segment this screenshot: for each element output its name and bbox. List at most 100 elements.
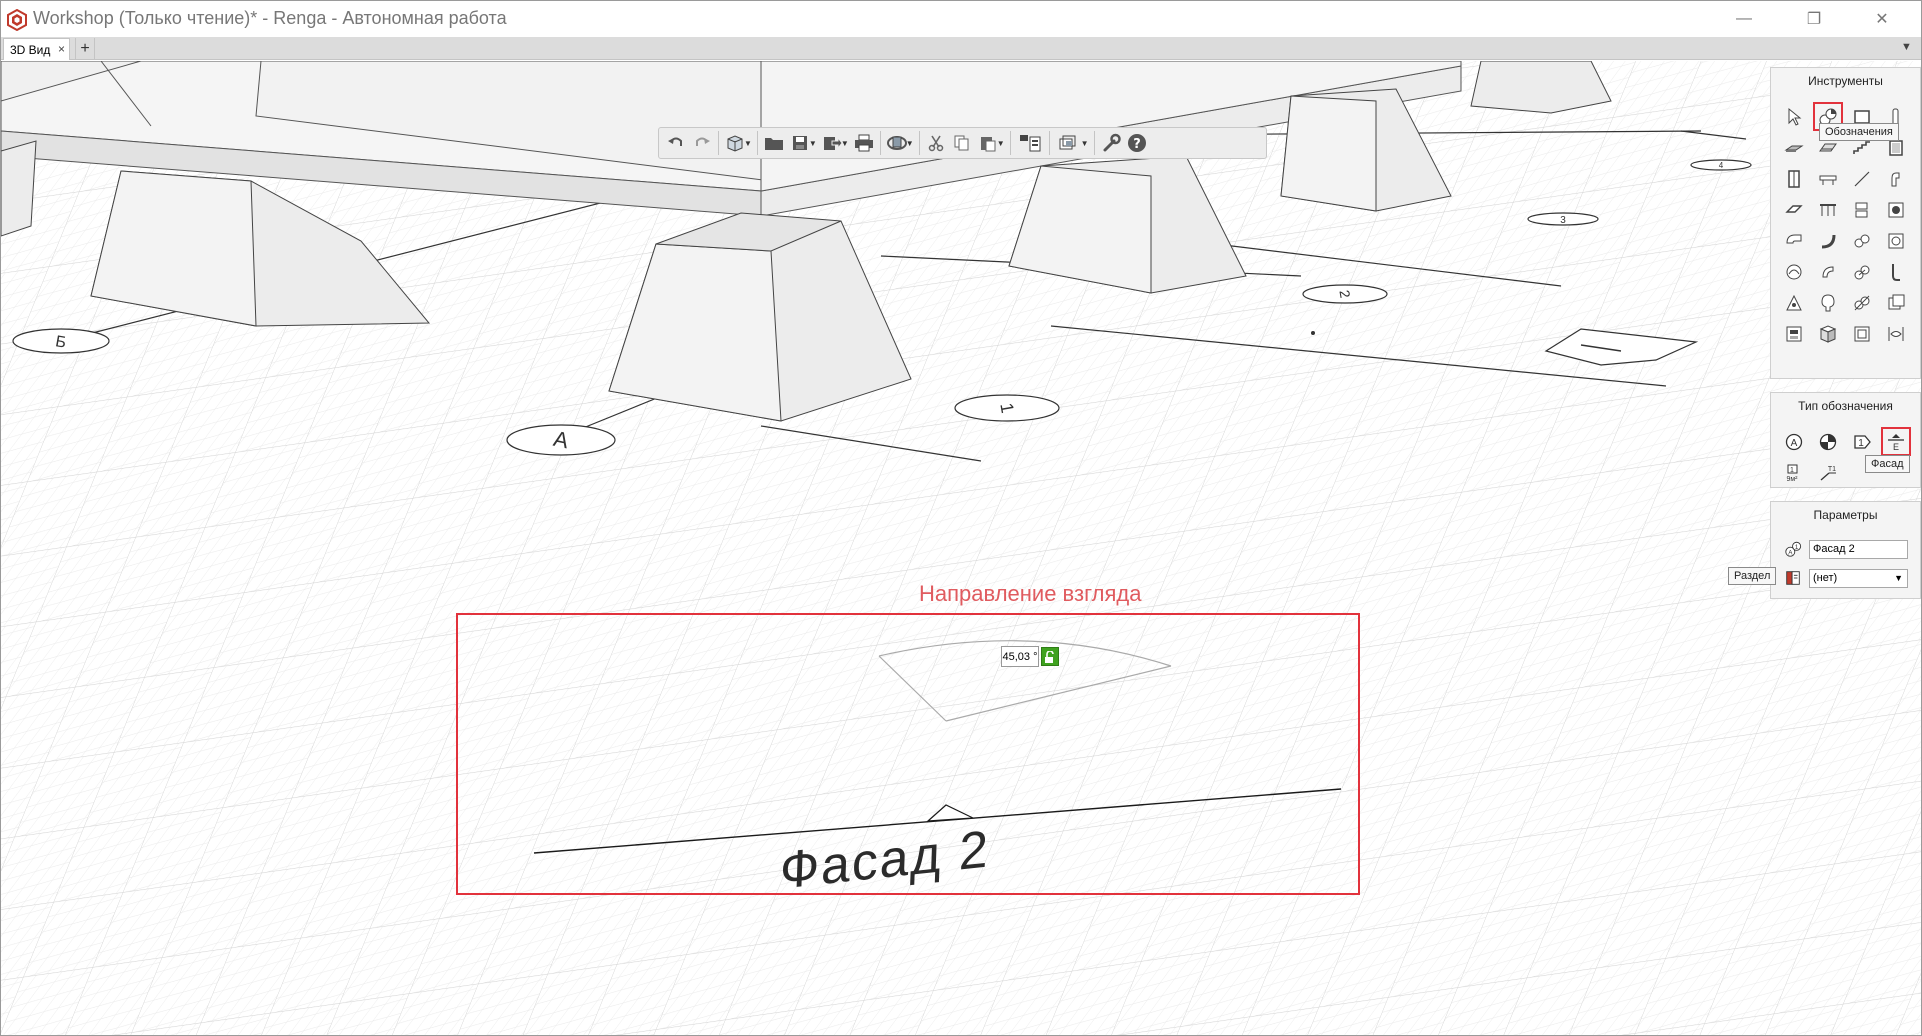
tool-select[interactable] (1779, 102, 1809, 131)
isolated-foundation-icon (1821, 293, 1835, 311)
toolbar-separator (756, 131, 758, 155)
undo-icon (668, 137, 682, 146)
door-icon (1788, 169, 1800, 188)
section-select[interactable]: (нет) ▼ (1809, 568, 1908, 588)
display-dropdown-chevron-icon[interactable]: ▼ (1081, 139, 1089, 148)
annotation-tooltip: Обозначения (1819, 123, 1899, 141)
open-button[interactable] (761, 130, 787, 156)
paste-dropdown-chevron-icon[interactable]: ▼ (997, 139, 1005, 148)
tool-beam[interactable] (1813, 164, 1843, 193)
plate-icon (1785, 204, 1803, 213)
tool-element[interactable] (1847, 288, 1877, 317)
tool-furniture[interactable] (1847, 195, 1877, 224)
section-mark-icon (1819, 433, 1837, 450)
redo-icon (696, 137, 710, 146)
mark-name-input[interactable]: Фасад 2 (1809, 539, 1908, 559)
quick-access-toolbar: ▼ ▼ ▼ ▼ ▼ ▼ ? (658, 127, 1267, 159)
tool-cable[interactable] (1881, 257, 1911, 286)
close-button[interactable]: ✕ (1853, 1, 1911, 37)
svg-text:1: 1 (1795, 544, 1799, 551)
tool-room[interactable] (1779, 288, 1809, 317)
unlock-icon (1045, 650, 1054, 663)
tool-slab[interactable] (1779, 133, 1809, 162)
export-dropdown-chevron-icon[interactable]: ▼ (841, 139, 849, 148)
tool-door[interactable] (1779, 164, 1809, 193)
save-dropdown-chevron-icon[interactable]: ▼ (809, 139, 817, 148)
add-tab-button[interactable]: + (75, 38, 95, 59)
tool-valve[interactable] (1881, 226, 1911, 255)
section-tooltip: Раздел (1728, 567, 1777, 585)
toolbar-separator (1048, 131, 1050, 155)
foundation-far[interactable] (1470, 61, 1612, 114)
redo-button[interactable] (689, 130, 715, 156)
tool-plate[interactable] (1779, 195, 1809, 224)
type-leader-mark[interactable]: T1 (1813, 458, 1843, 487)
type-facade-mark[interactable]: E (1881, 427, 1911, 456)
cable-icon (1892, 263, 1900, 281)
layers-button[interactable] (1014, 130, 1046, 156)
tab-close-icon[interactable]: × (58, 42, 65, 56)
tab-bar: 3D Вид × + ▼ (1, 37, 1921, 60)
tool-axis[interactable] (1779, 319, 1809, 348)
orbit-dropdown-chevron-icon[interactable]: ▼ (906, 139, 914, 148)
svg-text:3: 3 (1560, 215, 1566, 226)
svg-text:4: 4 (1719, 161, 1724, 170)
axis-mark-2[interactable]: 2 (1302, 284, 1388, 304)
axis-mark-4[interactable]: 4 (1690, 159, 1752, 171)
view-dropdown-chevron-icon[interactable]: ▼ (744, 139, 752, 148)
tool-route[interactable] (1813, 226, 1843, 255)
view-cube-icon (727, 135, 743, 152)
type-axis-mark[interactable]: A (1779, 427, 1809, 456)
axis-mark-icon: A (1785, 433, 1803, 450)
toolbar-separator (1093, 131, 1095, 155)
layers-icon (1019, 135, 1041, 152)
paste-icon (980, 137, 996, 152)
type-section-mark[interactable] (1813, 427, 1843, 456)
tool-pipe[interactable] (1881, 195, 1911, 224)
section-book-icon (1783, 568, 1803, 588)
tool-electrical[interactable] (1813, 257, 1843, 286)
duct-icon (1786, 234, 1802, 243)
parameters-title: Параметры (1813, 508, 1878, 522)
section-param-row: (нет) ▼ (1783, 568, 1908, 588)
svg-text:A: A (1791, 438, 1798, 449)
print-button[interactable] (851, 130, 877, 156)
tool-railing[interactable] (1813, 195, 1843, 224)
maximize-icon: ❐ (1806, 11, 1822, 28)
angle-lock-button[interactable] (1041, 647, 1059, 666)
cut-button[interactable] (923, 130, 949, 156)
tool-mechanical[interactable] (1779, 257, 1809, 286)
annotation-type-title: Тип обозначения (1798, 399, 1893, 413)
tab-list-chevron-icon[interactable]: ▼ (1901, 41, 1912, 53)
type-area-mark[interactable]: 1 9м² (1779, 458, 1809, 487)
tool-text[interactable] (1881, 319, 1911, 348)
angle-input[interactable]: 45,03 ° (1001, 646, 1039, 667)
route-icon (1821, 234, 1836, 248)
3d-viewport[interactable]: Б А 1 2 3 4 ▼ ▼ ▼ ▼ ▼ ▼ ? Направление вз… (1, 61, 1921, 1035)
minimize-button[interactable]: — (1715, 1, 1773, 37)
copy-button[interactable] (949, 130, 975, 156)
axis-mark-b[interactable]: Б (12, 328, 110, 354)
settings-button[interactable] (1098, 130, 1124, 156)
help-icon: ? (1127, 134, 1146, 152)
type-level-mark[interactable]: 1 (1847, 427, 1877, 456)
tool-isolated-foundation[interactable] (1813, 288, 1843, 317)
tool-line[interactable] (1847, 164, 1877, 193)
svg-text:1: 1 (1790, 467, 1794, 474)
tool-duct[interactable] (1779, 226, 1809, 255)
tab-3d-view[interactable]: 3D Вид × (3, 38, 70, 60)
tool-fitting[interactable] (1847, 226, 1877, 255)
axis-mark-1[interactable]: 1 (954, 394, 1060, 422)
tool-dimension[interactable] (1813, 319, 1843, 348)
leader-mark-icon: T1 (1820, 466, 1836, 480)
tool-hatch[interactable] (1847, 319, 1877, 348)
undo-button[interactable] (663, 130, 689, 156)
maximize-button[interactable]: ❐ (1785, 1, 1843, 37)
tool-lighting[interactable] (1847, 257, 1877, 286)
help-button[interactable]: ? (1124, 130, 1150, 156)
tool-assembly[interactable] (1881, 288, 1911, 317)
tool-equipment[interactable] (1881, 164, 1911, 193)
axis-mark-a[interactable]: А (506, 424, 616, 456)
display-mode-icon (1059, 135, 1076, 150)
open-folder-icon (764, 138, 783, 150)
